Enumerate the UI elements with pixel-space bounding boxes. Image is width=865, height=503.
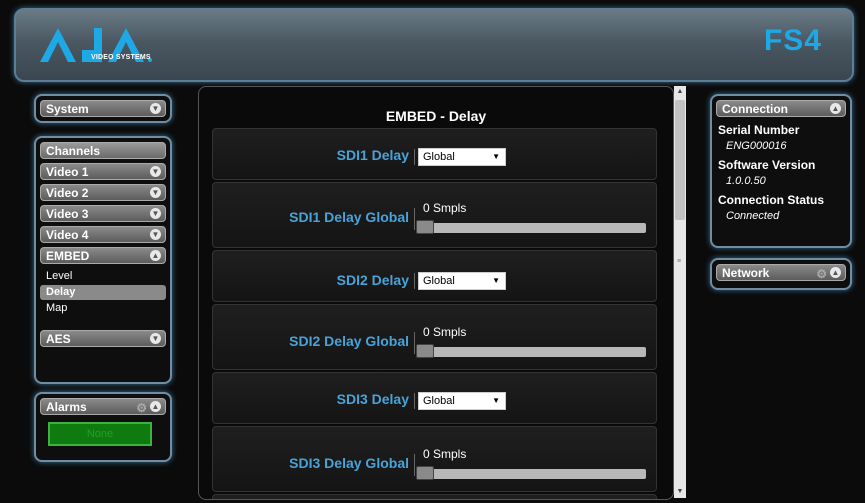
sdi3-delay-global-slider[interactable] bbox=[416, 466, 646, 480]
sdi3-delay-select[interactable]: Global ▼ bbox=[418, 392, 506, 410]
channels-header: Channels bbox=[40, 142, 166, 159]
software-version-label: Software Version bbox=[718, 158, 816, 172]
sidebar-item-embed[interactable]: EMBED ▲ bbox=[40, 247, 166, 264]
gear-icon[interactable]: ⚙ bbox=[136, 400, 147, 417]
header-bar: VIDEO SYSTEMS FS4 bbox=[14, 8, 854, 82]
scroll-down-icon[interactable]: ▼ bbox=[674, 486, 686, 498]
chevron-up-icon: ▲ bbox=[830, 267, 841, 278]
sdi2-delay-global-slider[interactable] bbox=[416, 344, 646, 358]
sidebar-item-video-4[interactable]: Video 4 ▼ bbox=[40, 226, 166, 243]
chevron-up-icon: ▲ bbox=[830, 103, 841, 114]
chevron-down-icon: ▼ bbox=[150, 103, 161, 114]
connection-panel: Connection ▲ Serial Number ENG000016 Sof… bbox=[710, 94, 852, 248]
row-label: SDI2 Delay bbox=[336, 272, 409, 288]
row-label: SDI2 Delay Global bbox=[289, 333, 409, 349]
page-title: EMBED - Delay bbox=[385, 108, 487, 124]
channels-label: Channels bbox=[46, 144, 101, 158]
sidebar-item-label: Video 3 bbox=[46, 207, 89, 221]
channels-panel: Channels Video 1 ▼ Video 2 ▼ Video 3 ▼ V… bbox=[34, 136, 172, 384]
sidebar-item-label: Video 1 bbox=[46, 165, 89, 179]
dropdown-arrow-icon: ▼ bbox=[492, 396, 500, 405]
row-label: SDI1 Delay Global bbox=[289, 209, 409, 225]
scrollbar[interactable]: ▲ ≡ ▼ bbox=[674, 86, 686, 498]
dropdown-arrow-icon: ▼ bbox=[492, 276, 500, 285]
connection-label: Connection bbox=[722, 102, 788, 116]
alarms-label: Alarms bbox=[46, 400, 87, 414]
select-value: Global bbox=[423, 395, 455, 407]
row-sdi1-delay: SDI1 Delay Global ▼ bbox=[212, 128, 657, 180]
chevron-up-icon: ▲ bbox=[150, 401, 161, 412]
row-label: SDI3 Delay Global bbox=[289, 455, 409, 471]
main-content: EMBED - Delay SDI1 Delay Global ▼ SDI1 D… bbox=[198, 86, 674, 500]
sidebar-item-video-2[interactable]: Video 2 ▼ bbox=[40, 184, 166, 201]
divider bbox=[414, 149, 415, 165]
network-panel: Network ⚙ ▲ bbox=[710, 258, 852, 290]
row-label: SDI3 Delay bbox=[336, 391, 409, 407]
system-panel: System ▼ bbox=[34, 94, 172, 123]
system-button[interactable]: System ▼ bbox=[40, 100, 166, 117]
slider-value: 0 Smpls bbox=[423, 325, 467, 339]
row-sdi1-delay-global: SDI1 Delay Global 0 Smpls bbox=[212, 182, 657, 248]
sidebar-item-video-3[interactable]: Video 3 ▼ bbox=[40, 205, 166, 222]
app-window: VIDEO SYSTEMS FS4 System ▼ Channels Vide… bbox=[0, 0, 865, 503]
row-sdi2-delay: SDI2 Delay Global ▼ bbox=[212, 250, 657, 302]
divider bbox=[414, 393, 415, 409]
connection-header[interactable]: Connection ▲ bbox=[716, 100, 846, 117]
aja-logo bbox=[40, 28, 152, 62]
sidebar-item-label: AES bbox=[46, 332, 71, 346]
dropdown-arrow-icon: ▼ bbox=[492, 152, 500, 161]
scrollbar-thumb[interactable] bbox=[675, 100, 685, 220]
system-label: System bbox=[46, 102, 89, 116]
divider bbox=[414, 332, 415, 354]
chevron-down-icon: ▼ bbox=[150, 187, 161, 198]
sidebar-subitem-level[interactable]: Level bbox=[40, 269, 166, 284]
row-label: SDI1 Delay bbox=[336, 147, 409, 163]
sidebar-item-label: Video 4 bbox=[46, 228, 89, 242]
network-header[interactable]: Network ⚙ ▲ bbox=[716, 264, 846, 281]
select-value: Global bbox=[423, 151, 455, 163]
brand-subtitle: VIDEO SYSTEMS bbox=[91, 54, 151, 61]
chevron-down-icon: ▼ bbox=[150, 166, 161, 177]
gear-icon[interactable]: ⚙ bbox=[816, 266, 827, 283]
slider-thumb[interactable] bbox=[416, 466, 434, 480]
alarms-panel: Alarms ⚙ ▲ None bbox=[34, 392, 172, 462]
alarms-header[interactable]: Alarms ⚙ ▲ bbox=[40, 398, 166, 415]
sidebar-item-video-1[interactable]: Video 1 ▼ bbox=[40, 163, 166, 180]
network-label: Network bbox=[722, 266, 770, 280]
sidebar-subitem-delay[interactable]: Delay bbox=[40, 285, 166, 300]
slider-value: 0 Smpls bbox=[423, 447, 467, 461]
sidebar-subitem-map[interactable]: Map bbox=[40, 301, 166, 316]
connection-status-label: Connection Status bbox=[718, 193, 825, 207]
sdi1-delay-global-slider[interactable] bbox=[416, 220, 646, 234]
slider-thumb[interactable] bbox=[416, 344, 434, 358]
slider-thumb[interactable] bbox=[416, 220, 434, 234]
software-version-value: 1.0.0.50 bbox=[726, 175, 766, 187]
model-name: FS4 bbox=[763, 24, 822, 57]
connection-status-value: Connected bbox=[726, 210, 780, 222]
row-partial bbox=[212, 494, 657, 499]
divider bbox=[414, 454, 415, 476]
sidebar-item-label: EMBED bbox=[46, 249, 90, 263]
divider bbox=[414, 273, 415, 289]
chevron-up-icon: ▲ bbox=[150, 250, 161, 261]
chevron-down-icon: ▼ bbox=[150, 333, 161, 344]
row-sdi2-delay-global: SDI2 Delay Global 0 Smpls bbox=[212, 304, 657, 370]
alarm-status-indicator: None bbox=[48, 422, 152, 446]
sdi1-delay-select[interactable]: Global ▼ bbox=[418, 148, 506, 166]
serial-number-value: ENG000016 bbox=[726, 140, 787, 152]
sdi2-delay-select[interactable]: Global ▼ bbox=[418, 272, 506, 290]
slider-value: 0 Smpls bbox=[423, 201, 467, 215]
row-sdi3-delay: SDI3 Delay Global ▼ bbox=[212, 372, 657, 424]
divider bbox=[414, 208, 415, 230]
sidebar-item-aes[interactable]: AES ▼ bbox=[40, 330, 166, 347]
row-sdi3-delay-global: SDI3 Delay Global 0 Smpls bbox=[212, 426, 657, 492]
chevron-down-icon: ▼ bbox=[150, 229, 161, 240]
chevron-down-icon: ▼ bbox=[150, 208, 161, 219]
sidebar-item-label: Video 2 bbox=[46, 186, 89, 200]
scroll-up-icon[interactable]: ▲ bbox=[674, 86, 686, 98]
scroll-grip-icon: ≡ bbox=[677, 258, 682, 265]
serial-number-label: Serial Number bbox=[718, 123, 800, 137]
select-value: Global bbox=[423, 275, 455, 287]
